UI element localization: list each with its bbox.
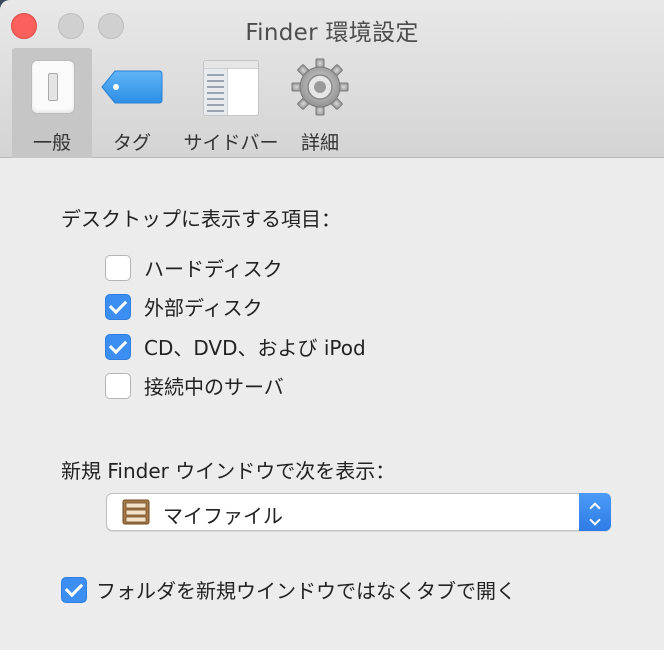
checkbox-label: 外部ディスク xyxy=(144,296,263,320)
tab-sidebar[interactable]: サイドバー xyxy=(172,48,290,158)
title-bar: Finder 環境設定 一般 タグ サイドバー 詳細 xyxy=(0,0,664,158)
tab-tags[interactable]: タグ xyxy=(92,48,172,158)
checkbox-external-disks[interactable]: 外部ディスク xyxy=(105,292,263,321)
new-window-heading: 新規 Finder ウインドウで次を表示： xyxy=(61,459,396,483)
checkbox[interactable] xyxy=(61,576,87,603)
checkbox-cds-dvds-ipods[interactable]: CD、DVD、および iPod xyxy=(105,332,366,361)
checkbox[interactable] xyxy=(105,254,131,281)
tab-advanced[interactable]: 詳細 xyxy=(290,48,350,158)
popup-value: マイファイル xyxy=(163,504,283,528)
checkbox[interactable] xyxy=(105,293,131,320)
sidebar-icon xyxy=(200,58,262,116)
tab-general-label: 一般 xyxy=(32,132,71,154)
finder-preferences-window: Finder 環境設定 一般 タグ サイドバー 詳細 デスクトップに表示する項目… xyxy=(0,0,664,650)
checkbox-connected-servers[interactable]: 接続中のサーバ xyxy=(105,371,284,400)
tab-sidebar-label: サイドバー xyxy=(183,132,279,154)
checkbox-hard-disks[interactable]: ハードディスク xyxy=(105,253,283,282)
chevron-updown-icon[interactable] xyxy=(579,493,611,531)
tab-general[interactable]: 一般 xyxy=(12,48,92,158)
checkbox-label: 接続中のサーバ xyxy=(144,375,284,399)
cabinet-icon xyxy=(122,499,150,525)
preferences-toolbar: 一般 タグ サイドバー 詳細 xyxy=(12,48,350,158)
checkbox-open-folders-in-tabs[interactable]: フォルダを新規ウインドウではなくタブで開く xyxy=(61,575,516,604)
checkbox-label: ハードディスク xyxy=(144,257,283,281)
desktop-items-heading: デスクトップに表示する項目： xyxy=(61,207,341,231)
checkbox[interactable] xyxy=(105,333,131,360)
checkbox-label: CD、DVD、および iPod xyxy=(144,336,366,360)
tab-advanced-label: 詳細 xyxy=(300,132,339,154)
gear-icon xyxy=(289,58,351,116)
tag-icon xyxy=(101,58,163,116)
new-window-target-popup[interactable]: マイファイル xyxy=(106,493,611,531)
checkbox[interactable] xyxy=(105,372,131,399)
general-pane: デスクトップに表示する項目： ハードディスク 外部ディスク CD、DVD、および… xyxy=(0,159,664,650)
checkbox-label: フォルダを新規ウインドウではなくタブで開く xyxy=(96,579,516,603)
tab-tags-label: タグ xyxy=(112,132,151,154)
window-title: Finder 環境設定 xyxy=(245,20,419,46)
general-switch-icon xyxy=(21,58,83,116)
